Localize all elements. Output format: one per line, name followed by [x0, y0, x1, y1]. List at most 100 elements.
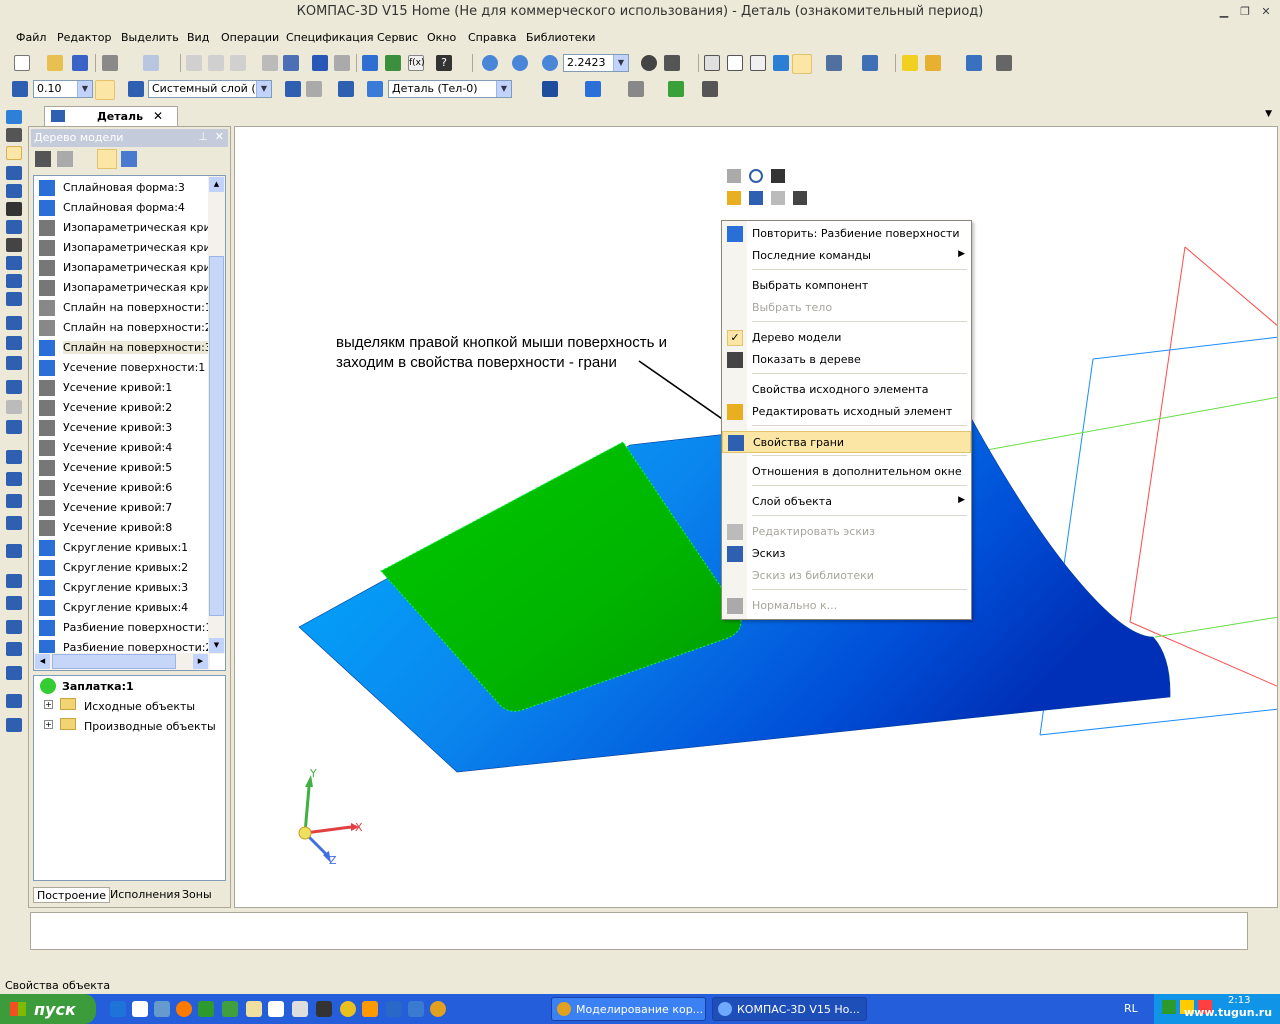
chevron-down-icon[interactable]: ▼: [77, 81, 92, 97]
thin-lines-icon[interactable]: [750, 55, 766, 71]
mirror-icon[interactable]: [6, 596, 22, 610]
dimension-icon[interactable]: [702, 81, 718, 97]
menu-file[interactable]: Файл: [16, 31, 46, 44]
shell-icon[interactable]: [6, 494, 22, 508]
tree-item[interactable]: Усечение кривой:4: [38, 438, 210, 458]
snap-toggle-icon[interactable]: [95, 80, 115, 100]
loft-icon[interactable]: [6, 336, 22, 350]
tree-item[interactable]: Усечение кривой:1: [38, 378, 210, 398]
quicklaunch-icon[interactable]: [292, 1001, 308, 1017]
plane-icon[interactable]: [6, 666, 22, 680]
sketch-icon[interactable]: [749, 191, 763, 205]
chevron-down-icon[interactable]: ▼: [496, 81, 511, 97]
save-icon[interactable]: [72, 55, 88, 71]
tree-item[interactable]: Усечение кривой:5: [38, 458, 210, 478]
relations-item[interactable]: Исходные объекты: [84, 700, 195, 713]
section-icon[interactable]: [862, 55, 878, 71]
chamfer-icon[interactable]: [6, 472, 22, 486]
chrome-icon[interactable]: [430, 1001, 446, 1017]
tree-item[interactable]: Изопараметрическая кривая: [38, 238, 225, 258]
layer-icon[interactable]: [128, 81, 144, 97]
surface-icon[interactable]: [6, 146, 22, 160]
context-menu-item[interactable]: Редактировать исходный элемент: [722, 401, 971, 423]
undo-icon[interactable]: [312, 55, 328, 71]
tray-icon[interactable]: [1162, 1000, 1176, 1014]
show-in-tree-icon[interactable]: [793, 191, 807, 205]
stitch-icon[interactable]: [6, 620, 22, 634]
context-menu-item[interactable]: Эскиз: [722, 543, 971, 565]
rib-icon[interactable]: [6, 516, 22, 530]
tree-item[interactable]: Усечение кривой:8: [38, 518, 210, 538]
hidden-lines-icon[interactable]: [727, 55, 743, 71]
taskbar-button-browser[interactable]: Моделирование кор...: [551, 997, 706, 1021]
shaded-icon[interactable]: [773, 55, 789, 71]
orientation-icon[interactable]: [664, 55, 680, 71]
constraint-icon[interactable]: [338, 81, 354, 97]
ie-icon[interactable]: [110, 1001, 126, 1017]
component-icon[interactable]: [902, 55, 918, 71]
menu-select[interactable]: Выделить: [121, 31, 179, 44]
tree-view-icon[interactable]: [35, 151, 51, 167]
firefox-icon[interactable]: [176, 1001, 192, 1017]
split-icon[interactable]: [6, 544, 22, 558]
tree-item[interactable]: Изопараметрическая кривая: [38, 218, 225, 238]
filter-icon[interactable]: [628, 81, 644, 97]
tree-item[interactable]: Сплайн на поверхности:2: [38, 318, 212, 338]
render-icon[interactable]: [542, 81, 558, 97]
sweep-icon[interactable]: [6, 356, 22, 370]
brush-icon[interactable]: [262, 55, 278, 71]
edit-sketch-icon[interactable]: [306, 81, 322, 97]
start-button[interactable]: пуск: [0, 994, 96, 1024]
points-icon[interactable]: [6, 166, 22, 180]
close-icon[interactable]: ✕: [153, 109, 163, 123]
extend-icon[interactable]: [6, 642, 22, 656]
step-combo[interactable]: 0.10 ▼: [33, 80, 93, 98]
tab-executions[interactable]: Исполнения: [107, 887, 183, 903]
wireframe-icon[interactable]: [704, 55, 720, 71]
context-menu-item[interactable]: ✓ Дерево модели: [722, 327, 971, 349]
relations-item[interactable]: Производные объекты: [84, 720, 216, 733]
perspective-icon[interactable]: [826, 55, 842, 71]
pin-icon[interactable]: ⊥: [198, 130, 208, 143]
tree-item[interactable]: Усечение кривой:3: [38, 418, 210, 438]
scroll-down-icon[interactable]: ▼: [209, 638, 224, 653]
hide-icon[interactable]: [771, 169, 785, 183]
chevron-down-icon[interactable]: ▼: [1265, 109, 1272, 119]
quicklaunch-icon[interactable]: [154, 1001, 170, 1017]
cut-icon[interactable]: [186, 55, 202, 71]
tree-item[interactable]: Усечение кривой:6: [38, 478, 210, 498]
edit-sketch-icon[interactable]: [771, 191, 785, 205]
tree-item[interactable]: Скругление кривых:4: [38, 598, 210, 618]
zoom-combo[interactable]: 2.2423 ▼: [563, 54, 629, 72]
trim-icon[interactable]: [6, 420, 22, 434]
tree-item[interactable]: Сплайн на поверхности:3: [38, 338, 212, 358]
rotate-icon[interactable]: [641, 55, 657, 71]
scroll-right-icon[interactable]: ▶: [193, 654, 208, 669]
variables-icon[interactable]: [385, 55, 401, 71]
patch-icon[interactable]: [6, 380, 22, 394]
geometry-icon[interactable]: [6, 110, 22, 124]
media-icon[interactable]: [132, 1001, 148, 1017]
quicklaunch-icon[interactable]: [340, 1001, 356, 1017]
menu-operations[interactable]: Операции: [221, 31, 279, 44]
zoom-icon[interactable]: [749, 169, 763, 183]
close-button[interactable]: ✕: [1259, 5, 1273, 19]
menu-help[interactable]: Справка: [468, 31, 516, 44]
scroll-up-icon[interactable]: ▲: [209, 177, 224, 192]
zoom-icon[interactable]: [482, 55, 498, 71]
blender-icon[interactable]: [362, 1001, 378, 1017]
array-icon[interactable]: [6, 574, 22, 588]
help-icon[interactable]: ?: [436, 55, 452, 71]
menu-libraries[interactable]: Библиотеки: [526, 31, 595, 44]
menu-view[interactable]: Вид: [187, 31, 209, 44]
expand-icon[interactable]: +: [44, 720, 53, 729]
restore-button[interactable]: ❐: [1238, 5, 1252, 19]
manager-icon[interactable]: [362, 55, 378, 71]
scroll-thumb[interactable]: [209, 256, 224, 616]
window-icon[interactable]: [268, 1001, 284, 1017]
quicklaunch-icon[interactable]: [222, 1001, 238, 1017]
tree-item[interactable]: Усечение кривой:7: [38, 498, 210, 518]
menu-service[interactable]: Сервис: [377, 31, 418, 44]
function-icon[interactable]: f(x): [408, 55, 425, 71]
context-menu-item[interactable]: Выбрать компонент: [722, 275, 971, 297]
